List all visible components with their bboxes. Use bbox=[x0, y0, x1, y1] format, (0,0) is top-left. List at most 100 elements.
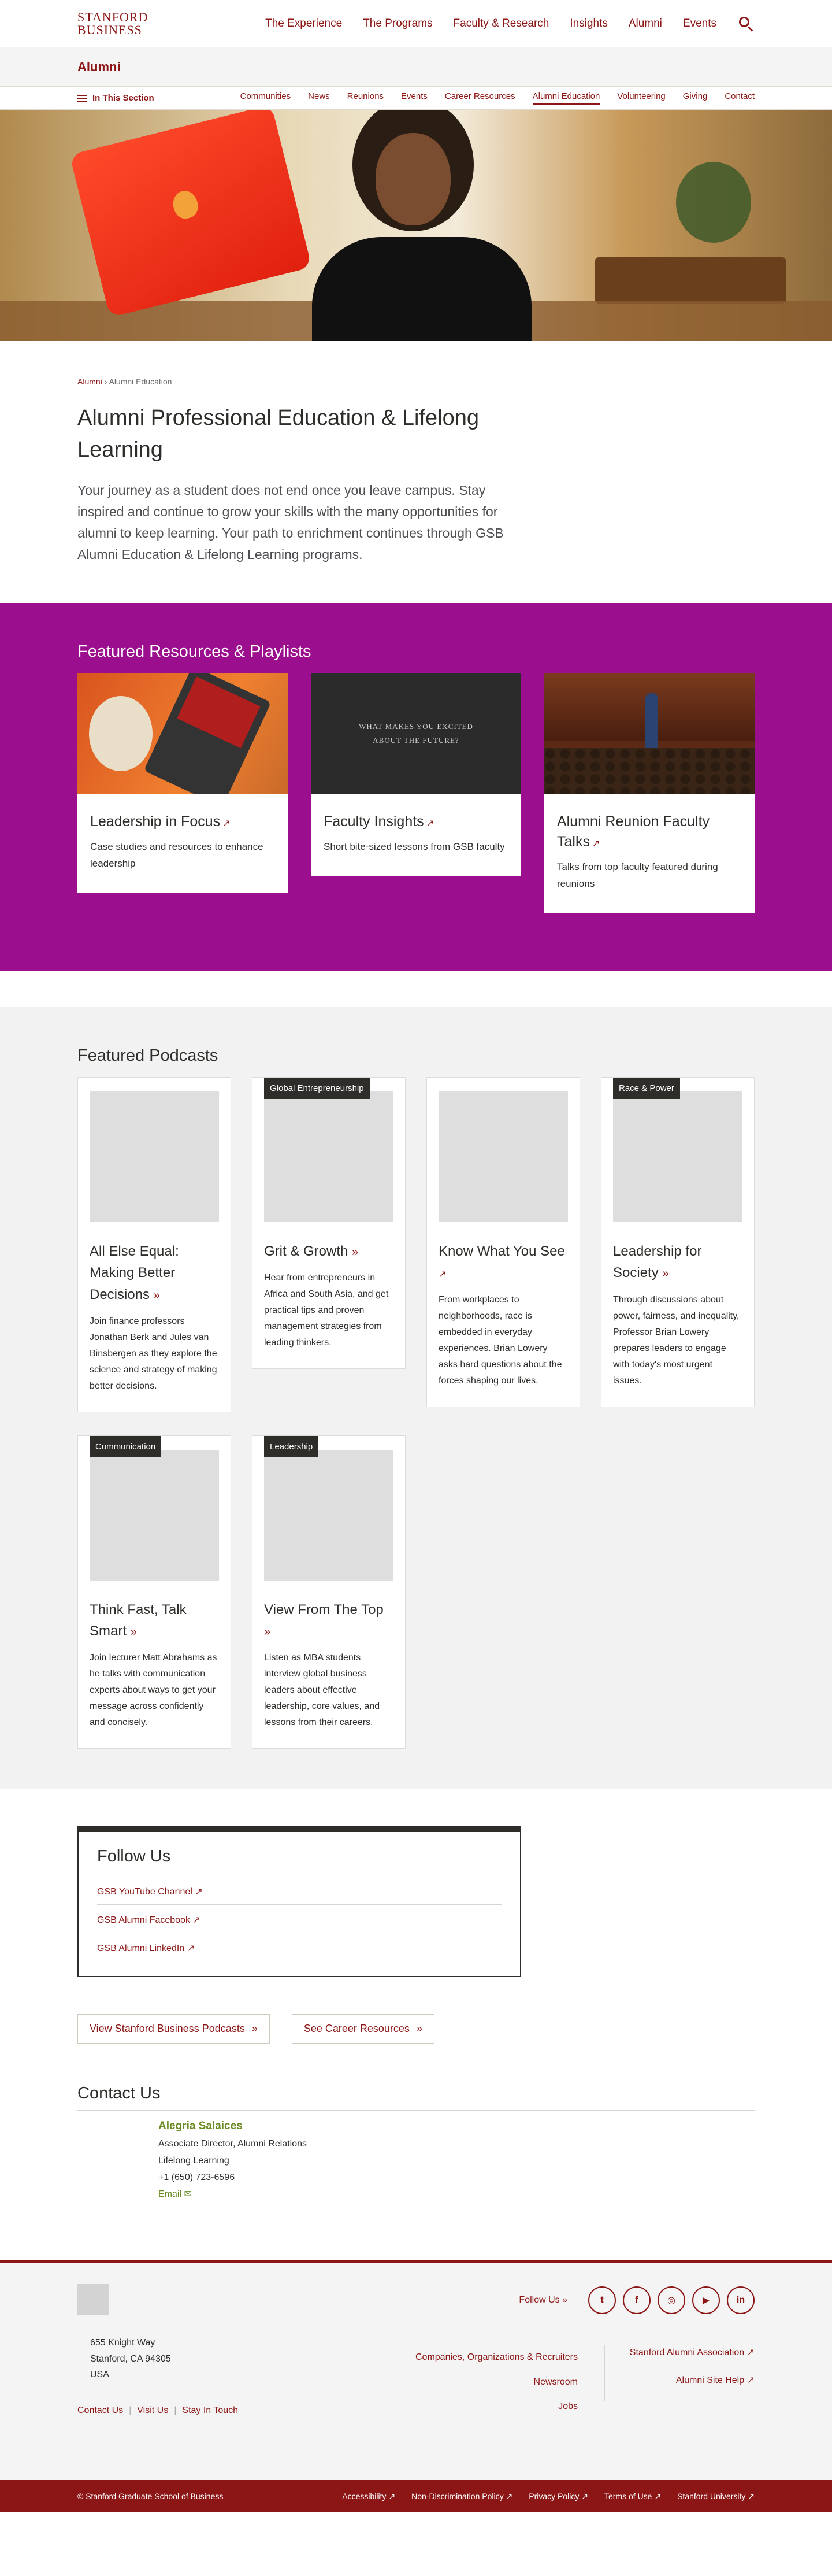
email-label: Email bbox=[158, 2189, 182, 2199]
subnav-alumni-education[interactable]: Alumni Education bbox=[532, 91, 600, 105]
contact-name: Alegria Salaices bbox=[158, 2120, 243, 2133]
page-title: Alumni Professional Education & Lifelong… bbox=[77, 406, 479, 462]
nav-events[interactable]: Events bbox=[683, 17, 716, 30]
footer-visit-us[interactable]: Visit Us bbox=[137, 2405, 168, 2416]
contact-phone[interactable]: +1 (650) 723-6596 bbox=[158, 2170, 755, 2186]
breadcrumb: Alumni › Alumni Education bbox=[77, 377, 755, 386]
breadcrumb-alumni[interactable]: Alumni bbox=[77, 377, 102, 386]
linkedin-icon[interactable]: in bbox=[727, 2286, 755, 2315]
nav-faculty-research[interactable]: Faculty & Research bbox=[454, 17, 549, 30]
nav-the-programs[interactable]: The Programs bbox=[363, 17, 432, 30]
search-icon[interactable] bbox=[737, 15, 755, 32]
accessibility-link[interactable]: Accessibility ↗ bbox=[342, 2492, 395, 2501]
youtube-channel-link[interactable]: GSB YouTube Channel ↗ bbox=[97, 1877, 502, 1905]
footer-contact-us[interactable]: Contact Us bbox=[77, 2405, 123, 2416]
site-header: STANFORD BUSINESS The Experience The Pro… bbox=[0, 0, 832, 47]
footer-alumni-association-link[interactable]: Stanford Alumni Association ↗ bbox=[630, 2348, 755, 2357]
main-nav: The Experience The Programs Faculty & Re… bbox=[265, 15, 755, 32]
subnav-items: Communities News Reunions Events Career … bbox=[240, 91, 755, 105]
footer-stay-in-touch[interactable]: Stay In Touch bbox=[182, 2405, 238, 2416]
link-label: GSB Alumni Facebook bbox=[97, 1915, 190, 1926]
hero-face bbox=[376, 133, 451, 225]
resource-card-leadership-in-focus[interactable]: Leadership in Focus ↗ Case studies and re… bbox=[77, 673, 288, 894]
resource-title: Leadership in Focus bbox=[90, 813, 221, 830]
subnav-events[interactable]: Events bbox=[401, 91, 428, 105]
footer-companies-link[interactable]: Companies, Organizations & Recruiters bbox=[415, 2352, 578, 2362]
alumni-linkedin-link[interactable]: GSB Alumni LinkedIn ↗ bbox=[97, 1933, 502, 1961]
podcast-title: All Else Equal: Making Better Decisions bbox=[90, 1243, 179, 1302]
youtube-icon[interactable]: ▶ bbox=[692, 2286, 720, 2315]
section-title[interactable]: Alumni bbox=[77, 60, 121, 75]
breadcrumb-current: Alumni Education bbox=[109, 377, 172, 386]
nav-the-experience[interactable]: The Experience bbox=[265, 17, 342, 30]
in-this-section-toggle[interactable]: In This Section bbox=[77, 93, 154, 103]
follow-links: GSB YouTube Channel ↗ GSB Alumni Faceboo… bbox=[97, 1877, 502, 1961]
alumni-facebook-link[interactable]: GSB Alumni Facebook ↗ bbox=[97, 1905, 502, 1934]
podcast-card-all-else-equal[interactable]: All Else Equal: Making Better Decisions … bbox=[77, 1077, 231, 1412]
nav-insights[interactable]: Insights bbox=[570, 17, 607, 30]
podcast-desc: Hear from entrepreneurs in Africa and So… bbox=[264, 1273, 389, 1348]
podcast-card-view-from-the-top[interactable]: Leadership View From The Top » Listen as… bbox=[252, 1435, 406, 1749]
instagram-icon[interactable]: ◎ bbox=[658, 2286, 685, 2315]
external-link-icon: ↗ bbox=[426, 819, 434, 829]
stanford-university-link[interactable]: Stanford University ↗ bbox=[677, 2492, 755, 2501]
podcast-title: Leadership for Society bbox=[613, 1243, 702, 1281]
nav-alumni[interactable]: Alumni bbox=[629, 17, 662, 30]
hero-body bbox=[312, 237, 532, 341]
footer-column-a: Companies, Organizations & Recruiters Ne… bbox=[415, 2345, 578, 2419]
subnav-volunteering[interactable]: Volunteering bbox=[617, 91, 665, 105]
podcast-tag: Race & Power bbox=[613, 1078, 680, 1100]
footer-follow-row: Follow Us » t f ◎ ▶ in bbox=[519, 2286, 755, 2315]
resource-card-faculty-insights[interactable]: WHAT MAKES YOU EXCITED ABOUT THE FUTURE?… bbox=[311, 673, 521, 877]
terms-of-use-link[interactable]: Terms of Use ↗ bbox=[604, 2492, 661, 2501]
chevron-right-icon: » bbox=[251, 2023, 258, 2035]
podcast-card-know-what-you-see[interactable]: Know What You See ↗ From workplaces to n… bbox=[426, 1077, 580, 1407]
menu-icon bbox=[77, 94, 87, 102]
podcast-desc: Join finance professors Jonathan Berk an… bbox=[90, 1316, 217, 1391]
resource-desc: Short bite-sized lessons from GSB facult… bbox=[324, 841, 505, 853]
footer-logo[interactable] bbox=[77, 2284, 109, 2316]
career-resources-button[interactable]: See Career Resources » bbox=[291, 2014, 434, 2044]
podcast-card-think-fast-talk-smart[interactable]: Communication Think Fast, Talk Smart » J… bbox=[77, 1435, 231, 1749]
footer-follow-label: Follow Us » bbox=[519, 2295, 567, 2305]
contact-dept: Lifelong Learning bbox=[158, 2156, 229, 2166]
twitter-icon[interactable]: t bbox=[588, 2286, 616, 2315]
podcast-tag: Communication bbox=[90, 1435, 162, 1457]
external-link-icon: ↗ bbox=[222, 819, 231, 829]
subnav-communities[interactable]: Communities bbox=[240, 91, 291, 105]
subnav-reunions[interactable]: Reunions bbox=[347, 91, 384, 105]
footer-column-b: Stanford Alumni Association ↗ Alumni Sit… bbox=[604, 2345, 755, 2401]
contact-email-link[interactable]: Email ✉ bbox=[158, 2189, 192, 2199]
footer-newsroom-link[interactable]: Newsroom bbox=[534, 2377, 578, 2387]
stanford-business-logo[interactable]: STANFORD BUSINESS bbox=[77, 10, 148, 36]
podcast-desc: From workplaces to neighborhoods, race i… bbox=[439, 1294, 562, 1386]
view-podcasts-button[interactable]: View Stanford Business Podcasts » bbox=[77, 2014, 270, 2044]
link-label: GSB YouTube Channel bbox=[97, 1887, 192, 1897]
subnav-contact[interactable]: Contact bbox=[725, 91, 755, 105]
featured-podcasts: Featured Podcasts All Else Equal: Making… bbox=[0, 1007, 832, 1790]
mail-icon: ✉ bbox=[184, 2189, 192, 2199]
privacy-policy-link[interactable]: Privacy Policy ↗ bbox=[529, 2492, 588, 2501]
subnav-giving[interactable]: Giving bbox=[683, 91, 708, 105]
podcast-grid: All Else Equal: Making Better Decisions … bbox=[77, 1077, 755, 1749]
external-link-icon: ↗ bbox=[592, 839, 600, 849]
resource-card-reunion-faculty-talks[interactable]: Alumni Reunion Faculty Talks ↗ Talks from… bbox=[544, 673, 755, 914]
podcast-image bbox=[264, 1449, 393, 1581]
footer-jobs-link[interactable]: Jobs bbox=[558, 2401, 578, 2411]
subnav-news[interactable]: News bbox=[308, 91, 330, 105]
podcast-tag: Global Entrepreneurship bbox=[264, 1078, 370, 1100]
chevron-right-icon: » bbox=[352, 1246, 359, 1259]
external-link-icon: ↗ bbox=[192, 1915, 200, 1926]
podcasts-heading: Featured Podcasts bbox=[77, 1046, 218, 1065]
non-discrimination-link[interactable]: Non-Discrimination Policy ↗ bbox=[411, 2492, 512, 2501]
podcast-card-leadership-for-society[interactable]: Race & Power Leadership for Society » Th… bbox=[601, 1077, 755, 1407]
podcast-card-grit-growth[interactable]: Global Entrepreneurship Grit & Growth » … bbox=[252, 1077, 406, 1370]
copyright: © Stanford Graduate School of Business bbox=[77, 2492, 224, 2501]
subnav-career-resources[interactable]: Career Resources bbox=[445, 91, 515, 105]
section-bar: Alumni bbox=[0, 47, 832, 87]
facebook-icon[interactable]: f bbox=[623, 2286, 651, 2315]
external-link-icon: ↗ bbox=[195, 1887, 203, 1897]
podcast-image bbox=[439, 1091, 568, 1223]
footer-alumni-site-help-link[interactable]: Alumni Site Help ↗ bbox=[676, 2375, 755, 2385]
